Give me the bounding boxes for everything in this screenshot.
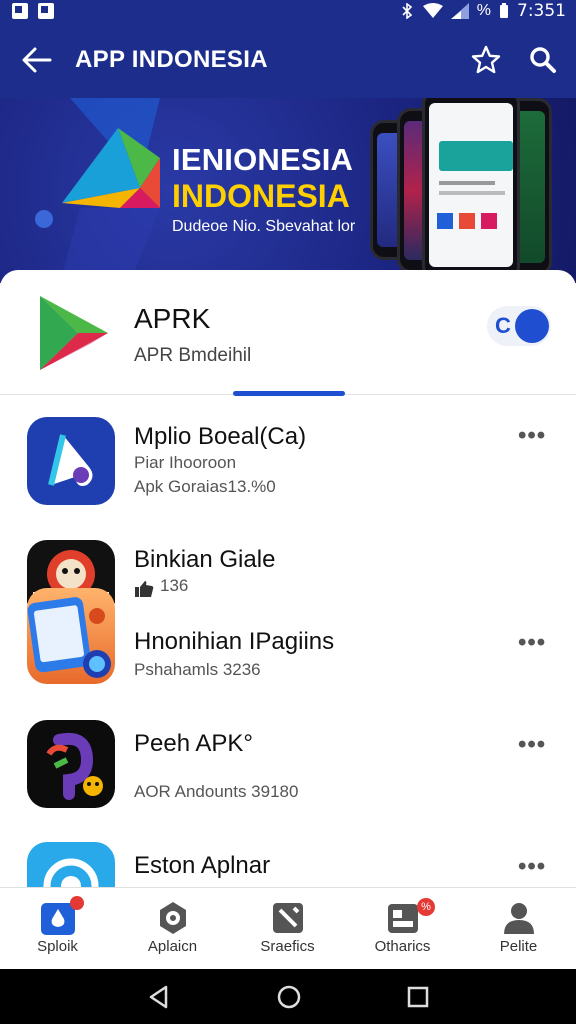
status-bar: % 7:351 — [0, 0, 576, 22]
tools-icon — [273, 903, 303, 933]
nav-label: Aplaicn — [147, 938, 198, 955]
paint-app-icon — [27, 720, 115, 808]
app-name: Mplio Boeal(Ca) — [134, 423, 307, 450]
toggle-knob — [515, 309, 549, 343]
apps-gear-icon — [160, 902, 186, 934]
page-title: APP INDONESIA — [75, 46, 268, 73]
app-name: Binkian Giale — [134, 546, 276, 573]
banner-dot — [35, 210, 53, 228]
nav-item-sraefics[interactable]: Sraefics — [230, 888, 345, 970]
banner-headline: IENIONESIA — [172, 142, 354, 177]
favorite-star-icon[interactable] — [470, 44, 502, 76]
banner-logo-icon — [60, 98, 160, 283]
app-name: Peeh APK° — [134, 730, 254, 757]
screen: % 7:351 APP INDONESIA IENIONESIA INDONES… — [0, 0, 576, 1024]
featured-app-name: APRK — [134, 303, 211, 334]
featured-app-subtitle: APR Bmdeihil — [134, 345, 252, 366]
games-icon — [388, 904, 418, 933]
list-item[interactable]: Eston Aplnar ••• — [0, 842, 576, 887]
status-indicators: % 7:351 — [399, 1, 566, 21]
nav-label: Sraefics — [260, 938, 315, 955]
more-options-icon[interactable]: ••• — [518, 855, 552, 884]
blue-app-icon — [27, 842, 115, 887]
more-options-icon[interactable]: ••• — [518, 631, 552, 660]
battery-icon — [500, 3, 508, 18]
tablet-app-icon — [27, 588, 115, 684]
bottom-navigation: Sploik Aplaicn Sraefics % Otharics Pelit… — [0, 887, 576, 969]
nav-item-sploik[interactable]: Sploik — [0, 888, 115, 970]
wifi-icon — [422, 3, 443, 18]
app-bar: APP INDONESIA — [0, 22, 576, 98]
featured-app[interactable]: APRK APR Bmdeihil C — [0, 270, 576, 396]
phone-screen — [429, 103, 513, 267]
battery-percent: % — [476, 2, 491, 19]
app-meta: Apk Goraias13.%0 — [134, 477, 276, 496]
play-store-logo-icon — [40, 296, 108, 370]
list-item[interactable]: Mplio Boeal(Ca) Piar Ihooroon Apk Goraia… — [0, 415, 576, 510]
promo-banner[interactable]: IENIONESIA INDONESIA Dudeoe Nio. Sbevaha… — [0, 98, 576, 283]
more-options-icon[interactable]: ••• — [518, 424, 552, 453]
signal-icon — [450, 3, 469, 19]
banner-subtitle: Dudeoe Nio. Sbevahat lor — [172, 218, 356, 235]
map-pin-app-icon — [27, 417, 115, 505]
nav-item-pelite[interactable]: Pelite — [461, 888, 576, 970]
list-item[interactable]: Hnonihian IPagiins Pshahamls 3236 ••• — [0, 588, 576, 688]
app-meta: AOR Andounts 39180 — [134, 782, 299, 801]
notification-icon — [12, 3, 28, 19]
toggle-c-icon: C — [495, 313, 511, 338]
back-triangle-icon[interactable] — [146, 984, 172, 1010]
back-arrow-icon[interactable] — [20, 44, 54, 76]
more-options-icon[interactable]: ••• — [518, 733, 552, 762]
banner-headline-secondary: INDONESIA — [172, 178, 350, 214]
app-meta: Piar Ihooroon — [134, 453, 237, 472]
notification-badge: % — [417, 898, 435, 916]
profile-icon — [504, 903, 534, 934]
nav-item-otharics[interactable]: % Otharics — [345, 888, 460, 970]
search-icon[interactable] — [528, 44, 558, 76]
app-name: Hnonihian IPagiins — [134, 628, 335, 655]
system-navigation-bar — [0, 969, 576, 1024]
notification-badge — [70, 896, 84, 910]
content-sheet: APRK APR Bmdeihil C Mplio Boeal(Ca) Piar… — [0, 270, 576, 887]
gallery-icon — [38, 3, 54, 19]
bluetooth-icon — [402, 3, 412, 19]
featured-toggle[interactable]: C — [487, 306, 551, 346]
home-circle-icon[interactable] — [276, 984, 302, 1010]
nav-label: Otharics — [374, 938, 431, 955]
status-notifications — [12, 3, 54, 19]
app-name: Eston Aplnar — [134, 852, 271, 879]
nav-item-aplaicn[interactable]: Aplaicn — [115, 888, 230, 970]
phone-mockup — [422, 98, 520, 280]
clock: 7:351 — [517, 1, 566, 21]
nav-label: Sploik — [37, 938, 78, 955]
list-item[interactable]: Peeh APK° AOR Andounts 39180 ••• — [0, 720, 576, 815]
tab-indicator — [233, 391, 345, 396]
recents-square-icon[interactable] — [405, 984, 431, 1010]
nav-label: Pelite — [499, 938, 538, 955]
app-meta: Pshahamls 3236 — [134, 660, 261, 679]
